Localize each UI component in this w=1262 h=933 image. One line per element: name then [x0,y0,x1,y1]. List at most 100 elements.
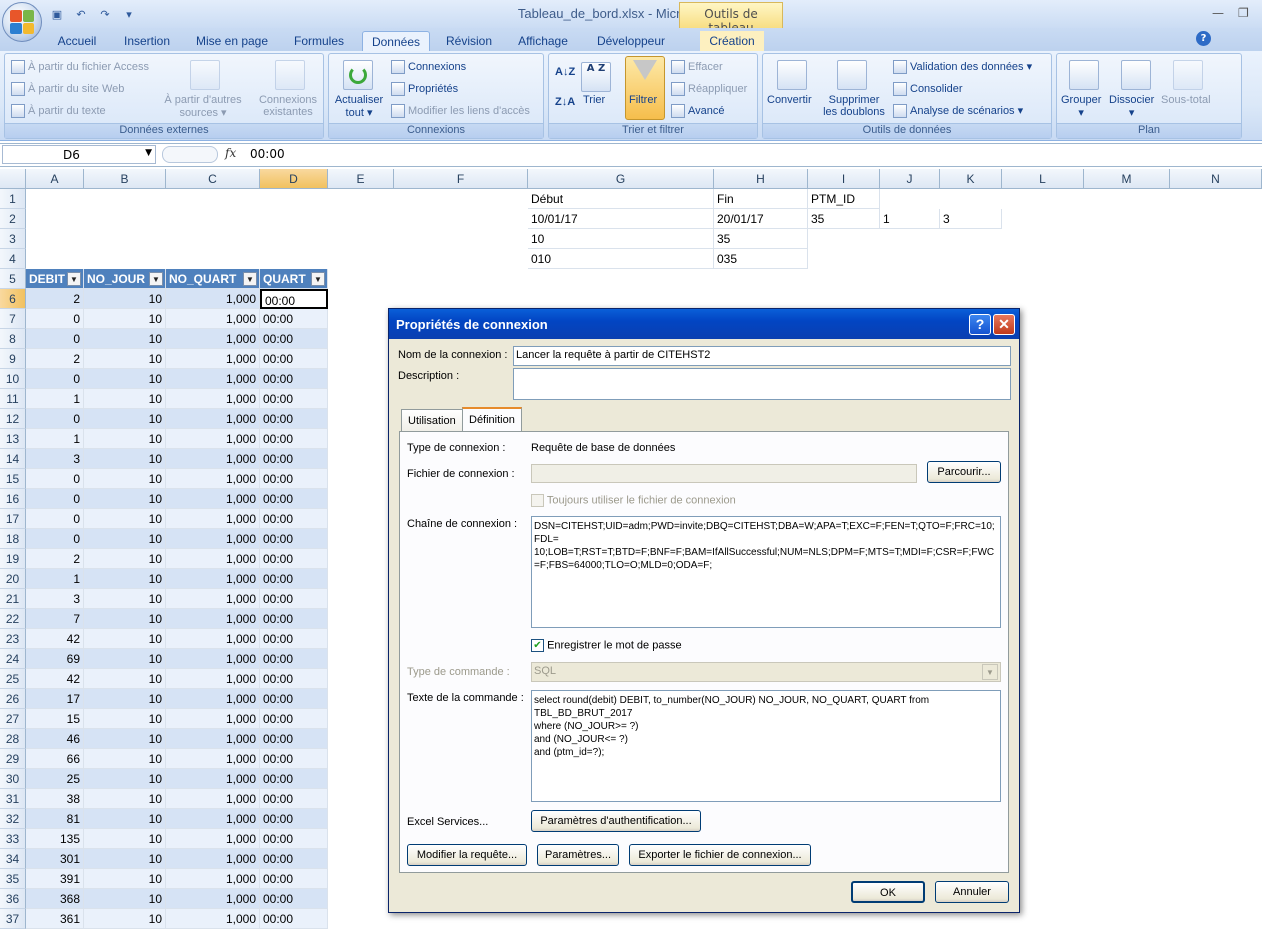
table-cell[interactable]: 10 [84,569,166,589]
table-cell[interactable]: 00:00 [260,889,328,909]
table-cell[interactable]: 00:00 [260,429,328,449]
table-cell[interactable]: 10 [84,549,166,569]
column-header-k[interactable]: K [940,169,1002,189]
table-cell[interactable]: 1,000 [166,309,260,329]
properties-button[interactable]: Propriétés [391,82,458,96]
parameters-button[interactable]: Paramètres... [537,844,619,866]
refresh-all-button[interactable]: Actualiser tout ▾ [331,94,387,119]
ungroup-button[interactable]: Dissocier ▾ [1109,94,1154,119]
subtotal-button[interactable]: Sous-total [1161,94,1211,106]
row-header-21[interactable]: 21 [0,589,26,609]
table-cell[interactable]: 1,000 [166,529,260,549]
table-header-no-quart[interactable]: NO_QUART ▼ [166,269,260,289]
table-cell[interactable]: 00:00 [260,909,328,929]
close-icon[interactable]: ✕ [993,314,1015,335]
auth-params-button[interactable]: Paramètres d'authentification... [531,810,701,832]
table-cell[interactable]: 10 [84,709,166,729]
table-cell[interactable]: 00:00 [260,509,328,529]
table-cell[interactable]: 1,000 [166,649,260,669]
browse-button[interactable]: Parcourir... [927,461,1001,483]
row-header-20[interactable]: 20 [0,569,26,589]
table-cell[interactable]: 10 [84,749,166,769]
table-cell[interactable]: 00:00 [260,769,328,789]
table-cell[interactable]: 66 [26,749,84,769]
row-header-18[interactable]: 18 [0,529,26,549]
filter-dropdown-icon[interactable]: ▼ [311,272,325,286]
table-cell[interactable]: 1,000 [166,329,260,349]
tab-mise-en-page[interactable]: Mise en page [190,31,274,52]
row-header-33[interactable]: 33 [0,829,26,849]
table-cell[interactable]: 00:00 [260,469,328,489]
convert-button[interactable]: Convertir [767,94,812,106]
table-cell[interactable]: 1,000 [166,609,260,629]
save-password-checkbox[interactable]: ✔ Enregistrer le mot de passe [531,639,682,652]
table-cell[interactable]: 15 [26,709,84,729]
table-cell[interactable]: 1,000 [166,809,260,829]
table-cell[interactable]: 00:00 [260,609,328,629]
row-header-37[interactable]: 37 [0,909,26,929]
export-connection-file-button[interactable]: Exporter le fichier de connexion... [629,844,811,866]
table-cell[interactable]: 00:00 [260,749,328,769]
column-header-h[interactable]: H [714,169,808,189]
cell-h1[interactable]: Fin [714,189,808,209]
cell-j2[interactable]: 1 [880,209,940,229]
table-cell[interactable]: 38 [26,789,84,809]
table-cell[interactable]: 42 [26,669,84,689]
row-header-5[interactable]: 5 [0,269,26,289]
table-cell[interactable]: 00:00 [260,409,328,429]
table-cell[interactable]: 0 [26,509,84,529]
table-cell[interactable]: 1,000 [166,829,260,849]
table-cell[interactable]: 1,000 [166,349,260,369]
table-cell[interactable]: 10 [84,649,166,669]
connection-string-textarea[interactable]: DSN=CITEHST;UID=adm;PWD=invite;DBQ=CITEH… [531,516,1001,628]
table-cell[interactable]: 10 [84,629,166,649]
table-cell[interactable]: 10 [84,669,166,689]
table-cell[interactable]: 10 [84,889,166,909]
name-box[interactable]: D6 ▼ [2,145,156,164]
row-header-10[interactable]: 10 [0,369,26,389]
ok-button[interactable]: OK [851,881,925,903]
edit-query-button[interactable]: Modifier la requête... [407,844,527,866]
tab-accueil[interactable]: Accueil [48,31,106,52]
help-icon[interactable]: ? [1196,31,1211,46]
row-header-14[interactable]: 14 [0,449,26,469]
filter-dropdown-icon[interactable]: ▼ [149,272,163,286]
insert-function-icon[interactable]: fx [225,146,236,160]
row-header-17[interactable]: 17 [0,509,26,529]
table-cell[interactable]: 1,000 [166,569,260,589]
filter-button[interactable]: Filtrer [629,94,657,106]
row-header-8[interactable]: 8 [0,329,26,349]
tab-affichage[interactable]: Affichage [510,31,576,52]
table-cell[interactable]: 2 [26,349,84,369]
table-cell[interactable]: 1,000 [166,789,260,809]
table-cell[interactable]: 0 [26,489,84,509]
help-icon[interactable]: ? [969,314,991,335]
minimize-icon[interactable]: — [1212,6,1224,20]
table-cell[interactable]: 0 [26,369,84,389]
column-header-g[interactable]: G [528,169,714,189]
table-cell[interactable]: 00:00 [260,829,328,849]
table-cell[interactable]: 17 [26,689,84,709]
table-cell[interactable]: 135 [26,829,84,849]
cell-i2[interactable]: 35 [808,209,880,229]
table-cell[interactable]: 00:00 [260,329,328,349]
row-header-24[interactable]: 24 [0,649,26,669]
tab-revision[interactable]: Révision [438,31,500,52]
table-cell[interactable]: 10 [84,369,166,389]
tab-developpeur[interactable]: Développeur [590,31,672,52]
table-cell[interactable]: 10 [84,829,166,849]
row-header-9[interactable]: 9 [0,349,26,369]
row-header-36[interactable]: 36 [0,889,26,909]
filter-dropdown-icon[interactable]: ▼ [243,272,257,286]
row-header-26[interactable]: 26 [0,689,26,709]
table-cell[interactable]: 00:00 [260,489,328,509]
description-input[interactable] [513,368,1011,400]
table-cell[interactable]: 0 [26,469,84,489]
table-cell[interactable]: 00:00 [260,809,328,829]
table-cell[interactable]: 10 [84,329,166,349]
table-cell[interactable]: 1,000 [166,429,260,449]
table-cell[interactable]: 1,000 [166,909,260,929]
table-cell[interactable]: 25 [26,769,84,789]
remove-duplicates-button[interactable]: Supprimer les doublons [819,94,889,118]
row-header-27[interactable]: 27 [0,709,26,729]
